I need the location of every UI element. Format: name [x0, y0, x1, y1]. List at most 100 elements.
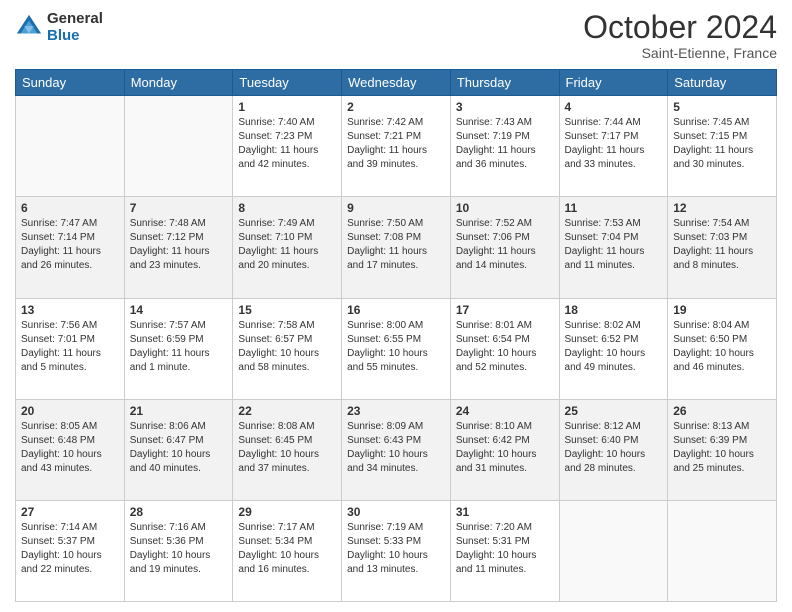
daylight: Daylight: 11 hours and 20 minutes. [238, 246, 318, 271]
calendar-header-row: Sunday Monday Tuesday Wednesday Thursday… [16, 70, 777, 96]
sunset: Sunset: 7:23 PM [238, 131, 312, 142]
table-row: 11 Sunrise: 7:53 AM Sunset: 7:04 PM Dayl… [559, 197, 668, 298]
col-sunday: Sunday [16, 70, 125, 96]
sunrise: Sunrise: 8:00 AM [347, 320, 423, 331]
table-row: 2 Sunrise: 7:42 AM Sunset: 7:21 PM Dayli… [342, 96, 451, 197]
table-row: 7 Sunrise: 7:48 AM Sunset: 7:12 PM Dayli… [124, 197, 233, 298]
logo: General Blue [15, 10, 103, 44]
day-number: 17 [456, 303, 554, 317]
sunset: Sunset: 5:37 PM [21, 536, 95, 547]
day-number: 7 [130, 201, 228, 215]
sunrise: Sunrise: 7:42 AM [347, 117, 423, 128]
day-info: Sunrise: 8:13 AM Sunset: 6:39 PM Dayligh… [673, 420, 771, 476]
daylight: Daylight: 10 hours and 22 minutes. [21, 550, 102, 575]
table-row: 16 Sunrise: 8:00 AM Sunset: 6:55 PM Dayl… [342, 298, 451, 399]
day-number: 13 [21, 303, 119, 317]
calendar-week-row: 1 Sunrise: 7:40 AM Sunset: 7:23 PM Dayli… [16, 96, 777, 197]
logo-blue: Blue [47, 27, 103, 44]
day-info: Sunrise: 7:14 AM Sunset: 5:37 PM Dayligh… [21, 521, 119, 577]
day-number: 18 [565, 303, 663, 317]
daylight: Daylight: 10 hours and 25 minutes. [673, 449, 754, 474]
daylight: Daylight: 10 hours and 19 minutes. [130, 550, 211, 575]
day-number: 11 [565, 201, 663, 215]
table-row: 20 Sunrise: 8:05 AM Sunset: 6:48 PM Dayl… [16, 399, 125, 500]
daylight: Daylight: 11 hours and 1 minute. [130, 348, 210, 373]
sunrise: Sunrise: 8:06 AM [130, 421, 206, 432]
sunset: Sunset: 7:06 PM [456, 232, 530, 243]
daylight: Daylight: 11 hours and 8 minutes. [673, 246, 753, 271]
day-number: 29 [238, 505, 336, 519]
daylight: Daylight: 11 hours and 26 minutes. [21, 246, 101, 271]
day-number: 10 [456, 201, 554, 215]
daylight: Daylight: 11 hours and 17 minutes. [347, 246, 427, 271]
daylight: Daylight: 10 hours and 13 minutes. [347, 550, 428, 575]
daylight: Daylight: 11 hours and 33 minutes. [565, 145, 645, 170]
day-info: Sunrise: 7:58 AM Sunset: 6:57 PM Dayligh… [238, 319, 336, 375]
sunset: Sunset: 5:33 PM [347, 536, 421, 547]
sunrise: Sunrise: 8:01 AM [456, 320, 532, 331]
table-row: 4 Sunrise: 7:44 AM Sunset: 7:17 PM Dayli… [559, 96, 668, 197]
sunset: Sunset: 6:42 PM [456, 435, 530, 446]
day-info: Sunrise: 8:12 AM Sunset: 6:40 PM Dayligh… [565, 420, 663, 476]
day-info: Sunrise: 8:00 AM Sunset: 6:55 PM Dayligh… [347, 319, 445, 375]
sunset: Sunset: 6:40 PM [565, 435, 639, 446]
sunset: Sunset: 7:04 PM [565, 232, 639, 243]
day-info: Sunrise: 7:17 AM Sunset: 5:34 PM Dayligh… [238, 521, 336, 577]
table-row: 18 Sunrise: 8:02 AM Sunset: 6:52 PM Dayl… [559, 298, 668, 399]
sunrise: Sunrise: 7:50 AM [347, 218, 423, 229]
logo-general: General [47, 10, 103, 27]
calendar-week-row: 13 Sunrise: 7:56 AM Sunset: 7:01 PM Dayl… [16, 298, 777, 399]
daylight: Daylight: 10 hours and 46 minutes. [673, 348, 754, 373]
sunrise: Sunrise: 7:52 AM [456, 218, 532, 229]
table-row [559, 500, 668, 601]
day-info: Sunrise: 8:09 AM Sunset: 6:43 PM Dayligh… [347, 420, 445, 476]
col-tuesday: Tuesday [233, 70, 342, 96]
daylight: Daylight: 11 hours and 23 minutes. [130, 246, 210, 271]
sunrise: Sunrise: 7:14 AM [21, 522, 97, 533]
daylight: Daylight: 10 hours and 55 minutes. [347, 348, 428, 373]
sunset: Sunset: 6:57 PM [238, 334, 312, 345]
sunrise: Sunrise: 8:08 AM [238, 421, 314, 432]
calendar-week-row: 20 Sunrise: 8:05 AM Sunset: 6:48 PM Dayl… [16, 399, 777, 500]
sunrise: Sunrise: 7:56 AM [21, 320, 97, 331]
sunrise: Sunrise: 7:48 AM [130, 218, 206, 229]
sunset: Sunset: 6:50 PM [673, 334, 747, 345]
col-saturday: Saturday [668, 70, 777, 96]
table-row: 10 Sunrise: 7:52 AM Sunset: 7:06 PM Dayl… [450, 197, 559, 298]
sunset: Sunset: 6:54 PM [456, 334, 530, 345]
day-info: Sunrise: 7:47 AM Sunset: 7:14 PM Dayligh… [21, 217, 119, 273]
table-row: 14 Sunrise: 7:57 AM Sunset: 6:59 PM Dayl… [124, 298, 233, 399]
table-row: 25 Sunrise: 8:12 AM Sunset: 6:40 PM Dayl… [559, 399, 668, 500]
day-number: 25 [565, 404, 663, 418]
sunrise: Sunrise: 8:05 AM [21, 421, 97, 432]
sunrise: Sunrise: 8:10 AM [456, 421, 532, 432]
day-info: Sunrise: 7:40 AM Sunset: 7:23 PM Dayligh… [238, 116, 336, 172]
day-info: Sunrise: 8:10 AM Sunset: 6:42 PM Dayligh… [456, 420, 554, 476]
month-year: October 2024 [583, 10, 777, 45]
calendar-week-row: 27 Sunrise: 7:14 AM Sunset: 5:37 PM Dayl… [16, 500, 777, 601]
daylight: Daylight: 10 hours and 49 minutes. [565, 348, 646, 373]
day-number: 26 [673, 404, 771, 418]
table-row: 21 Sunrise: 8:06 AM Sunset: 6:47 PM Dayl… [124, 399, 233, 500]
daylight: Daylight: 11 hours and 30 minutes. [673, 145, 753, 170]
day-info: Sunrise: 7:56 AM Sunset: 7:01 PM Dayligh… [21, 319, 119, 375]
sunrise: Sunrise: 7:20 AM [456, 522, 532, 533]
title-section: October 2024 Saint-Etienne, France [583, 10, 777, 61]
sunrise: Sunrise: 7:53 AM [565, 218, 641, 229]
page: General Blue October 2024 Saint-Etienne,… [0, 0, 792, 612]
day-info: Sunrise: 7:57 AM Sunset: 6:59 PM Dayligh… [130, 319, 228, 375]
day-number: 22 [238, 404, 336, 418]
day-number: 4 [565, 100, 663, 114]
logo-icon [15, 13, 43, 41]
day-number: 2 [347, 100, 445, 114]
sunset: Sunset: 5:34 PM [238, 536, 312, 547]
day-number: 5 [673, 100, 771, 114]
table-row: 30 Sunrise: 7:19 AM Sunset: 5:33 PM Dayl… [342, 500, 451, 601]
table-row: 17 Sunrise: 8:01 AM Sunset: 6:54 PM Dayl… [450, 298, 559, 399]
day-number: 16 [347, 303, 445, 317]
sunrise: Sunrise: 7:19 AM [347, 522, 423, 533]
sunrise: Sunrise: 7:54 AM [673, 218, 749, 229]
daylight: Daylight: 10 hours and 40 minutes. [130, 449, 211, 474]
header: General Blue October 2024 Saint-Etienne,… [15, 10, 777, 61]
sunset: Sunset: 7:03 PM [673, 232, 747, 243]
